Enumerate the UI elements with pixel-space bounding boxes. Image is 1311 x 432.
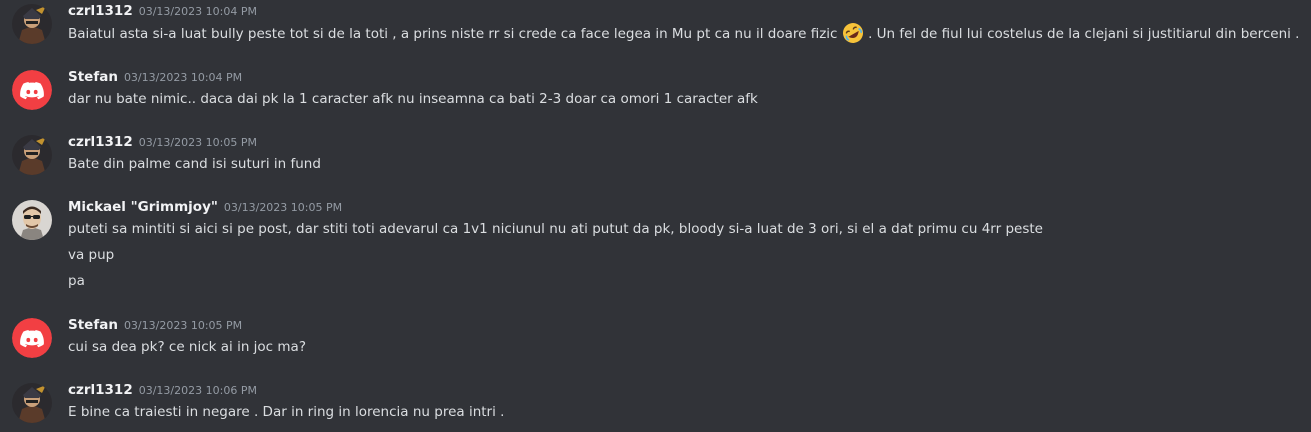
timestamp: 03/13/2023 10:04 PM — [138, 5, 257, 18]
timestamp: 03/13/2023 10:06 PM — [138, 384, 257, 397]
username[interactable]: Stefan — [68, 69, 118, 85]
message-header: czrl1312 03/13/2023 10:05 PM — [68, 131, 257, 153]
chat-log: czrl1312 03/13/2023 10:04 PM Baiatul asta… — [0, 0, 1311, 432]
message-group: czrl1312 03/13/2023 10:04 PM Baiatul asta… — [0, 0, 1311, 46]
timestamp: 03/13/2023 10:05 PM — [138, 136, 257, 149]
message-group: Stefan 03/13/2023 10:04 PM dar nu bate ni… — [0, 66, 1311, 112]
avatar[interactable] — [12, 318, 52, 358]
avatar[interactable] — [12, 70, 52, 110]
avatar[interactable] — [12, 135, 52, 175]
knight-avatar-icon — [12, 4, 52, 44]
avatar[interactable] — [12, 383, 52, 423]
username[interactable]: czrl1312 — [68, 134, 133, 150]
timestamp: 03/13/2023 10:05 PM — [223, 201, 343, 214]
avatar[interactable] — [12, 200, 52, 240]
message-text: va pup — [68, 247, 115, 263]
username[interactable]: czrl1312 — [68, 3, 133, 19]
discord-logo-icon — [12, 70, 52, 110]
message-header: Mickael "Grimmjoy" 03/13/2023 10:05 PM — [68, 196, 342, 218]
knight-avatar-icon — [12, 135, 52, 175]
message-text: E bine ca traiesti in negare . Dar in ri… — [68, 404, 505, 420]
message-text: Bate din palme cand isi suturi in fund — [68, 156, 321, 172]
message-group: Stefan 03/13/2023 10:05 PM cui sa dea pk?… — [0, 314, 1311, 360]
message-text: dar nu bate nimic.. daca dai pk la 1 car… — [68, 91, 758, 107]
message-group: czrl1312 03/13/2023 10:06 PM E bine ca tr… — [0, 379, 1311, 425]
message-group: Mickael "Grimmjoy" 03/13/2023 10:05 PM pu… — [0, 196, 1311, 292]
timestamp: 03/13/2023 10:04 PM — [123, 71, 243, 84]
knight-avatar-icon — [12, 383, 52, 423]
message-text: Baiatul asta si-a luat bully peste tot s… — [68, 22, 1299, 45]
message-header: czrl1312 03/13/2023 10:04 PM — [68, 0, 257, 22]
username[interactable]: czrl1312 — [68, 382, 133, 398]
username[interactable]: Stefan — [68, 317, 118, 333]
username[interactable]: Mickael "Grimmjoy" — [68, 199, 218, 215]
message-text: puteti sa mintiti si aici si pe post, da… — [68, 221, 1043, 237]
message-text: pa — [68, 273, 85, 289]
message-header: Stefan 03/13/2023 10:04 PM — [68, 66, 242, 88]
message-header: Stefan 03/13/2023 10:05 PM — [68, 314, 242, 336]
message-group: czrl1312 03/13/2023 10:05 PM Bate din pal… — [0, 131, 1311, 177]
discord-logo-icon — [12, 318, 52, 358]
sunglasses-avatar-icon — [12, 200, 52, 240]
avatar[interactable] — [12, 4, 52, 44]
rolling-on-floor-laughing-emoji-icon — [842, 23, 863, 43]
message-text: cui sa dea pk? ce nick ai in joc ma? — [68, 339, 306, 355]
timestamp: 03/13/2023 10:05 PM — [123, 319, 243, 332]
message-header: czrl1312 03/13/2023 10:06 PM — [68, 379, 257, 401]
